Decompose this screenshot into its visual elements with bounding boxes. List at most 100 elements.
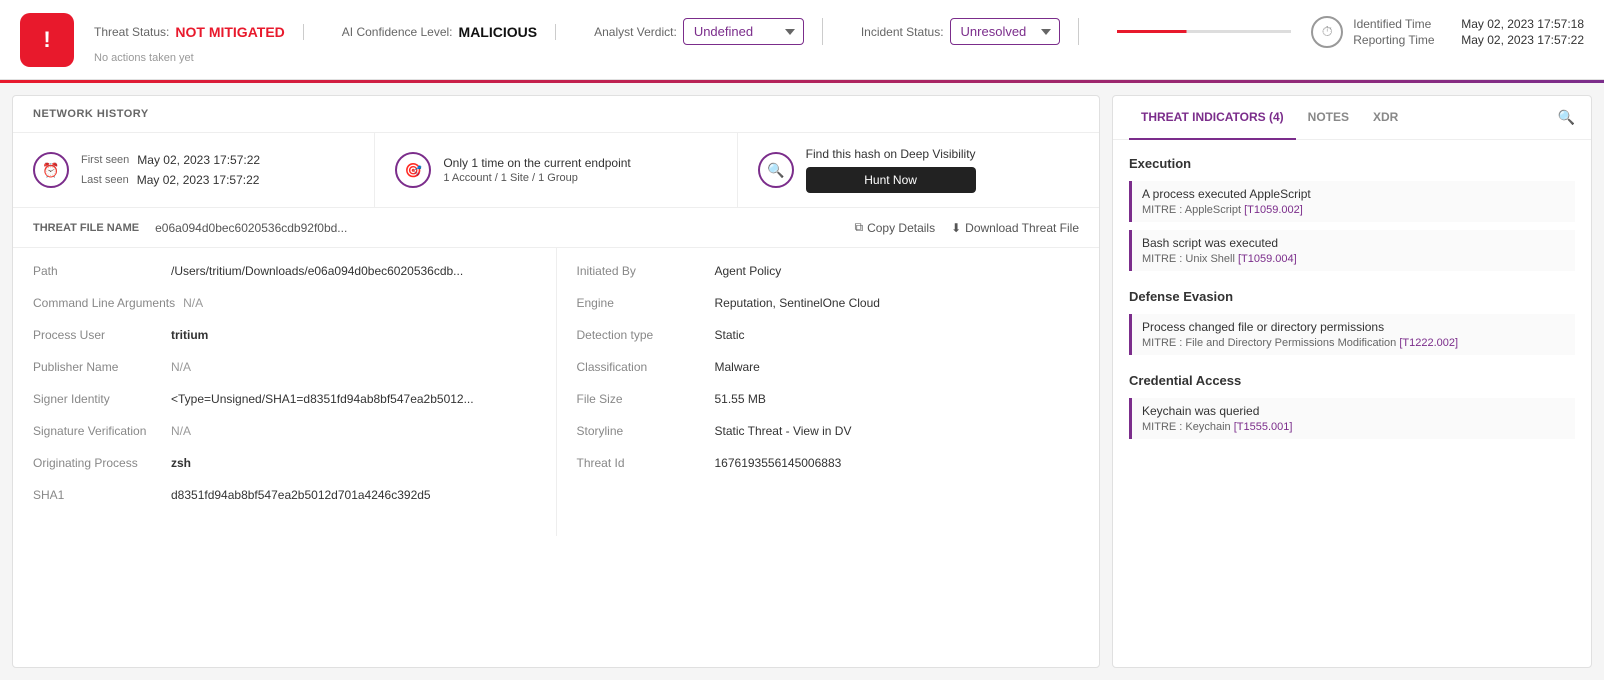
hunt-now-button[interactable]: Hunt Now bbox=[806, 167, 976, 193]
deep-visibility-stat: 🔍 Find this hash on Deep Visibility Hunt… bbox=[738, 133, 1099, 207]
indicator-item-mitre: MITRE : Keychain [T1555.001] bbox=[1142, 421, 1565, 433]
detail-value: /Users/tritium/Downloads/e06a094d0bec602… bbox=[171, 264, 463, 278]
detail-row: Signer Identity<Type=Unsigned/SHA1=d8351… bbox=[33, 392, 536, 406]
detail-value: N/A bbox=[171, 424, 191, 438]
indicator-item-title: Keychain was queried bbox=[1142, 404, 1565, 418]
indicator-item: A process executed AppleScriptMITRE : Ap… bbox=[1129, 181, 1575, 222]
threat-indicators-content: Execution A process executed AppleScriptM… bbox=[1113, 140, 1591, 667]
detail-key: Classification bbox=[577, 360, 707, 374]
detail-value: N/A bbox=[183, 296, 203, 310]
last-seen-label: Last seen bbox=[81, 174, 129, 186]
detail-row: Initiated By Agent Policy bbox=[577, 264, 1080, 278]
indicator-item-mitre: MITRE : AppleScript [T1059.002] bbox=[1142, 204, 1565, 216]
detail-row: Process Usertritium bbox=[33, 328, 536, 342]
indicator-item: Keychain was queried MITRE : Keychain [T1… bbox=[1129, 398, 1575, 439]
incident-status-label: Incident Status: bbox=[861, 25, 944, 39]
detail-value: zsh bbox=[171, 456, 191, 470]
network-history-header: NETWORK HISTORY bbox=[13, 96, 1099, 133]
indicator-category-title: Defense Evasion bbox=[1129, 289, 1575, 304]
header-bar: ! Threat Status: NOT MITIGATED AI Confid… bbox=[0, 0, 1604, 80]
identified-time-value: May 02, 2023 17:57:18 bbox=[1461, 17, 1584, 31]
clock-stat-icon: ⏰ bbox=[33, 152, 69, 188]
tab-xdr[interactable]: XDR bbox=[1361, 96, 1410, 140]
occurrence-text: Only 1 time on the current endpoint bbox=[443, 156, 630, 170]
download-threat-label: Download Threat File bbox=[965, 221, 1079, 235]
threat-file-header: THREAT FILE NAME e06a094d0bec6020536cdb9… bbox=[13, 208, 1099, 248]
indicator-category: Credential AccessKeychain was queriedMIT… bbox=[1129, 373, 1575, 439]
tab-search-icon[interactable]: 🔍 bbox=[1558, 96, 1575, 139]
threat-icon: ! bbox=[20, 13, 74, 67]
search-stat-icon: 🔍 bbox=[758, 152, 794, 188]
time-rows: Identified Time May 02, 2023 17:57:18 Re… bbox=[1353, 17, 1584, 47]
deep-visibility-text: Find this hash on Deep Visibility bbox=[806, 147, 976, 161]
detail-key: Threat Id bbox=[577, 456, 707, 470]
right-panel: THREAT INDICATORS (4) NOTES XDR 🔍 Execut… bbox=[1112, 95, 1592, 668]
detail-row: Detection typeStatic bbox=[577, 328, 1080, 342]
indicator-category-title: Execution bbox=[1129, 156, 1575, 171]
detail-key: Originating Process bbox=[33, 456, 163, 470]
threat-file-name: e06a094d0bec6020536cdb92f0bd... bbox=[155, 221, 838, 235]
time-block: ⏱ Identified Time May 02, 2023 17:57:18 … bbox=[1311, 16, 1584, 48]
indicator-item-title: Process changed file or directory permis… bbox=[1142, 320, 1565, 334]
identified-time-label: Identified Time bbox=[1353, 17, 1453, 31]
mitre-link[interactable]: [T1555.001] bbox=[1234, 421, 1293, 433]
threat-file-label: THREAT FILE NAME bbox=[33, 222, 139, 234]
ai-confidence-section: AI Confidence Level: MALICIOUS bbox=[342, 24, 556, 40]
mitre-link[interactable]: [T1059.002] bbox=[1244, 204, 1303, 216]
detail-key: Path bbox=[33, 264, 163, 278]
ai-confidence-label: AI Confidence Level: bbox=[342, 25, 453, 39]
detail-key: Initiated By bbox=[577, 264, 707, 278]
detail-value: 51.55 MB bbox=[715, 392, 766, 406]
analyst-verdict-dropdown[interactable]: Undefined True Positive False Positive S… bbox=[683, 18, 804, 45]
detail-value: <Type=Unsigned/SHA1=d8351fd94ab8bf547ea2… bbox=[171, 392, 474, 406]
first-last-seen-stat: ⏰ First seen May 02, 2023 17:57:22 Last … bbox=[13, 133, 375, 207]
detail-key: Storyline bbox=[577, 424, 707, 438]
detail-key: Command Line Arguments bbox=[33, 296, 175, 310]
reporting-time-value: May 02, 2023 17:57:22 bbox=[1461, 33, 1584, 47]
incident-status-dropdown[interactable]: Unresolved In Progress Resolved bbox=[950, 18, 1060, 45]
download-icon: ⬇ bbox=[951, 221, 961, 235]
threat-status-value: NOT MITIGATED bbox=[175, 24, 284, 40]
threat-file-actions: ⧉ Copy Details ⬇ Download Threat File bbox=[854, 220, 1079, 235]
detail-key: Detection type bbox=[577, 328, 707, 342]
detail-value: tritium bbox=[171, 328, 208, 342]
detail-key: Publisher Name bbox=[33, 360, 163, 374]
detail-value: Static Threat - View in DV bbox=[715, 424, 852, 438]
indicator-item-mitre: MITRE : File and Directory Permissions M… bbox=[1142, 337, 1565, 349]
first-seen-value: May 02, 2023 17:57:22 bbox=[137, 153, 260, 167]
indicator-item-title: Bash script was executed bbox=[1142, 236, 1565, 250]
detail-key: SHA1 bbox=[33, 488, 163, 502]
indicator-item: Process changed file or directory permis… bbox=[1129, 314, 1575, 355]
first-last-seen-text: First seen May 02, 2023 17:57:22 Last se… bbox=[81, 153, 260, 187]
tab-notes[interactable]: NOTES bbox=[1296, 96, 1361, 140]
detail-row: File Size51.55 MB bbox=[577, 392, 1080, 406]
analyst-verdict-label: Analyst Verdict: bbox=[594, 25, 677, 39]
main-content: NETWORK HISTORY ⏰ First seen May 02, 202… bbox=[0, 83, 1604, 680]
tab-threat-indicators[interactable]: THREAT INDICATORS (4) bbox=[1129, 96, 1296, 140]
detail-row: Threat Id 1676193556145006883 bbox=[577, 456, 1080, 470]
tabs-header: THREAT INDICATORS (4) NOTES XDR 🔍 bbox=[1113, 96, 1591, 140]
copy-details-button[interactable]: ⧉ Copy Details bbox=[854, 220, 935, 235]
occurrence-sub: 1 Account / 1 Site / 1 Group bbox=[443, 172, 630, 184]
copy-details-label: Copy Details bbox=[867, 221, 935, 235]
first-seen-label: First seen bbox=[81, 154, 129, 166]
detail-row: Storyline Static Threat - View in DV bbox=[577, 424, 1080, 438]
mitre-link[interactable]: [T1222.002] bbox=[1399, 337, 1458, 349]
indicator-category: Defense Evasion Process changed file or d… bbox=[1129, 289, 1575, 355]
detail-value: Agent Policy bbox=[715, 264, 782, 278]
occurrence-stat: 🎯 Only 1 time on the current endpoint 1 … bbox=[375, 133, 737, 207]
network-history-content: ⏰ First seen May 02, 2023 17:57:22 Last … bbox=[13, 133, 1099, 208]
download-threat-button[interactable]: ⬇ Download Threat File bbox=[951, 221, 1079, 235]
analyst-verdict-section: Analyst Verdict: Undefined True Positive… bbox=[594, 18, 823, 45]
detail-value: 1676193556145006883 bbox=[715, 456, 842, 470]
last-seen-value: May 02, 2023 17:57:22 bbox=[137, 173, 260, 187]
indicator-item: Bash script was executedMITRE : Unix She… bbox=[1129, 230, 1575, 271]
identified-time-row: Identified Time May 02, 2023 17:57:18 bbox=[1353, 17, 1584, 31]
detail-row: Path/Users/tritium/Downloads/e06a094d0be… bbox=[33, 264, 536, 278]
incident-status-section: Incident Status: Unresolved In Progress … bbox=[861, 18, 1079, 45]
mitre-link[interactable]: [T1059.004] bbox=[1238, 253, 1297, 265]
detail-row: ClassificationMalware bbox=[577, 360, 1080, 374]
reporting-time-label: Reporting Time bbox=[1353, 33, 1453, 47]
occurrence-text-block: Only 1 time on the current endpoint 1 Ac… bbox=[443, 156, 630, 184]
detail-value: d8351fd94ab8bf547ea2b5012d701a4246c392d5 bbox=[171, 488, 431, 502]
